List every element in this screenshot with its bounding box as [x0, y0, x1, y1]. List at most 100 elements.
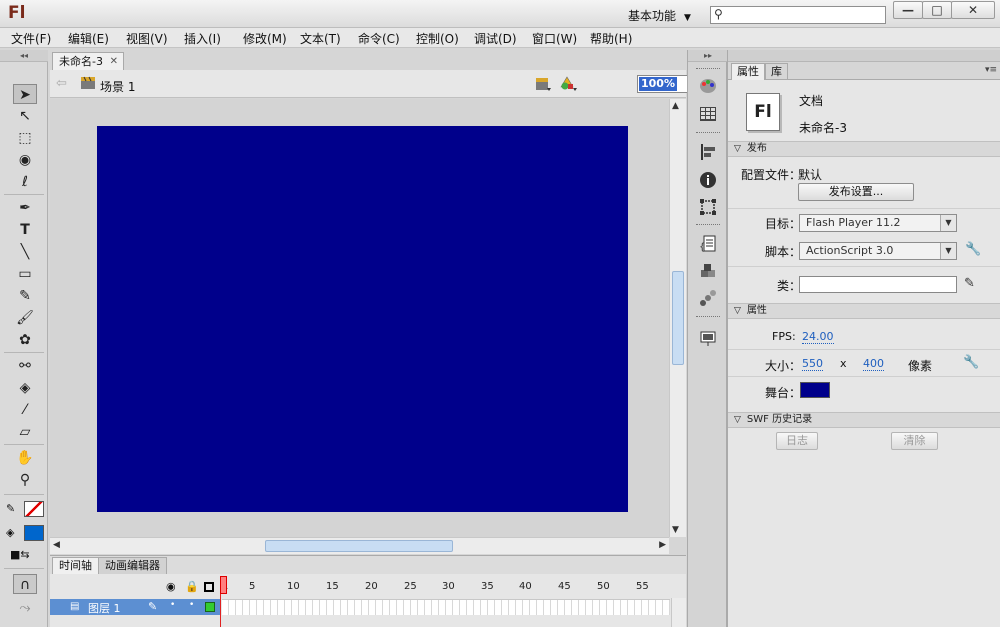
snap-to-objects-icon[interactable]: ∩: [13, 574, 37, 594]
back-arrow-icon[interactable]: ⇦: [56, 76, 67, 91]
paint-bucket-tool-icon[interactable]: ◈: [13, 378, 37, 398]
pencil-icon[interactable]: ✎: [964, 276, 975, 291]
wrench-icon[interactable]: 🔧: [965, 242, 981, 257]
close-tab-icon[interactable]: ✕: [110, 53, 118, 70]
strip-grip[interactable]: [696, 224, 720, 228]
eyedropper-tool-icon[interactable]: ⁄: [13, 400, 37, 420]
components-icon[interactable]: [698, 262, 718, 282]
playhead[interactable]: [220, 576, 227, 627]
script-select[interactable]: ActionScript 3.0 ▼: [799, 242, 957, 260]
menu-help[interactable]: 帮助(H): [590, 30, 632, 47]
zoom-tool-icon[interactable]: ⚲: [13, 470, 37, 490]
publish-settings-button[interactable]: 发布设置...: [798, 183, 914, 201]
panel-menu-icon[interactable]: ▾≡: [985, 65, 997, 75]
document-tab[interactable]: 未命名-3 ✕: [52, 52, 124, 70]
strip-grip[interactable]: [696, 132, 720, 136]
horizontal-scrollbar[interactable]: ◀ ▶: [50, 537, 669, 554]
pencil-tool-icon[interactable]: ✎: [13, 286, 37, 306]
scroll-down-icon[interactable]: ▼: [672, 525, 679, 535]
wrench-icon[interactable]: 🔧: [963, 355, 979, 370]
strip-grip[interactable]: [696, 68, 720, 72]
menu-text[interactable]: 文本(T): [300, 30, 341, 47]
fill-color-swatch[interactable]: [24, 525, 44, 541]
playhead-handle[interactable]: [220, 576, 227, 594]
outline-icon[interactable]: [204, 582, 214, 592]
align-icon[interactable]: [698, 142, 718, 162]
line-tool-icon[interactable]: ╲: [13, 242, 37, 262]
menu-debug[interactable]: 调试(D): [474, 30, 517, 47]
rectangle-tool-icon[interactable]: ▭: [13, 264, 37, 284]
menu-control[interactable]: 控制(O): [416, 30, 459, 47]
clear-button[interactable]: 清除: [891, 432, 938, 450]
scroll-right-icon[interactable]: ▶: [659, 540, 666, 550]
eraser-tool-icon[interactable]: ▱: [13, 422, 37, 442]
lock-dot-icon[interactable]: •: [189, 600, 194, 610]
free-transform-tool-icon[interactable]: ⬚: [13, 128, 37, 148]
hand-tool-icon[interactable]: ✋: [13, 448, 37, 468]
timeline-scrollbar[interactable]: [671, 598, 686, 627]
color-palette-icon[interactable]: [698, 76, 718, 96]
visibility-dot-icon[interactable]: •: [170, 600, 175, 610]
tab-motion-editor[interactable]: 动画编辑器: [98, 557, 167, 574]
panel-collapse-grip[interactable]: ◂◂: [0, 50, 48, 62]
transform-icon[interactable]: [698, 197, 718, 217]
menu-window[interactable]: 窗口(W): [532, 30, 577, 47]
tab-library[interactable]: 库: [765, 63, 788, 80]
strip-grip[interactable]: [696, 316, 720, 320]
stage[interactable]: [97, 126, 628, 512]
frame-grid[interactable]: [222, 599, 670, 615]
menu-file[interactable]: 文件(F): [11, 30, 51, 47]
selection-tool-icon[interactable]: ➤: [13, 84, 37, 104]
text-tool-icon[interactable]: T: [13, 220, 37, 240]
class-input[interactable]: [799, 276, 957, 293]
lock-icon[interactable]: 🔒: [185, 580, 199, 593]
horizontal-scroll-thumb[interactable]: [265, 540, 453, 552]
3d-rotation-tool-icon[interactable]: ◉: [13, 150, 37, 170]
motion-presets-icon[interactable]: [698, 289, 718, 309]
help-search-input[interactable]: ⚲: [710, 6, 886, 24]
menu-modify[interactable]: 修改(M): [243, 30, 287, 47]
publish-section-header[interactable]: ▽ 发布: [728, 141, 1000, 157]
vertical-scroll-thumb[interactable]: [672, 271, 684, 365]
info-icon[interactable]: [698, 170, 718, 190]
actions-icon[interactable]: {: [698, 234, 718, 254]
brush-tool-icon[interactable]: 🖌: [13, 308, 37, 328]
maximize-button[interactable]: □: [922, 1, 952, 19]
stage-color-swatch[interactable]: [800, 382, 830, 398]
height-value[interactable]: 400: [863, 357, 884, 371]
swf-history-section-header[interactable]: ▽ SWF 历史记录: [728, 412, 1000, 428]
lasso-tool-icon[interactable]: ℓ: [13, 172, 37, 192]
edit-scene-icon[interactable]: [534, 76, 552, 92]
workspace-switcher[interactable]: 基本功能 ▼: [628, 7, 691, 24]
smooth-icon[interactable]: ⤳: [13, 598, 37, 618]
projector-icon[interactable]: [698, 328, 718, 348]
panel-header-grip[interactable]: [728, 50, 1000, 62]
width-value[interactable]: 550: [802, 357, 823, 371]
scroll-left-icon[interactable]: ◀: [53, 540, 60, 550]
deco-tool-icon[interactable]: ✿: [13, 330, 37, 350]
stroke-color-swatch[interactable]: [24, 501, 44, 517]
panel-expand-grip[interactable]: ▸▸: [688, 50, 728, 62]
fps-value[interactable]: 24.00: [802, 330, 834, 344]
eye-icon[interactable]: ◉: [166, 580, 176, 593]
menu-view[interactable]: 视图(V): [126, 30, 168, 47]
pen-tool-icon[interactable]: ✒: [13, 198, 37, 218]
edit-symbols-icon[interactable]: [560, 76, 578, 92]
layer-name[interactable]: 图层 1: [88, 600, 121, 616]
layer-row[interactable]: ▤ 图层 1 ✎ • •: [50, 599, 220, 615]
scroll-up-icon[interactable]: ▲: [672, 101, 679, 111]
menu-commands[interactable]: 命令(C): [358, 30, 400, 47]
log-button[interactable]: 日志: [776, 432, 818, 450]
menu-edit[interactable]: 编辑(E): [68, 30, 109, 47]
tab-timeline[interactable]: 时间轴: [52, 557, 99, 574]
close-button[interactable]: ✕: [951, 1, 995, 19]
menu-insert[interactable]: 插入(I): [184, 30, 221, 47]
properties-section-header[interactable]: ▽ 属性: [728, 303, 1000, 319]
swatches-grid-icon[interactable]: [698, 104, 718, 124]
layer-color-swatch[interactable]: [205, 602, 215, 612]
swap-colors-icon[interactable]: ■⇆: [10, 548, 30, 561]
tab-properties[interactable]: 属性: [731, 63, 765, 80]
bone-tool-icon[interactable]: ⚯: [13, 356, 37, 376]
minimize-button[interactable]: —: [893, 1, 923, 19]
target-select[interactable]: Flash Player 11.2 ▼: [799, 214, 957, 232]
